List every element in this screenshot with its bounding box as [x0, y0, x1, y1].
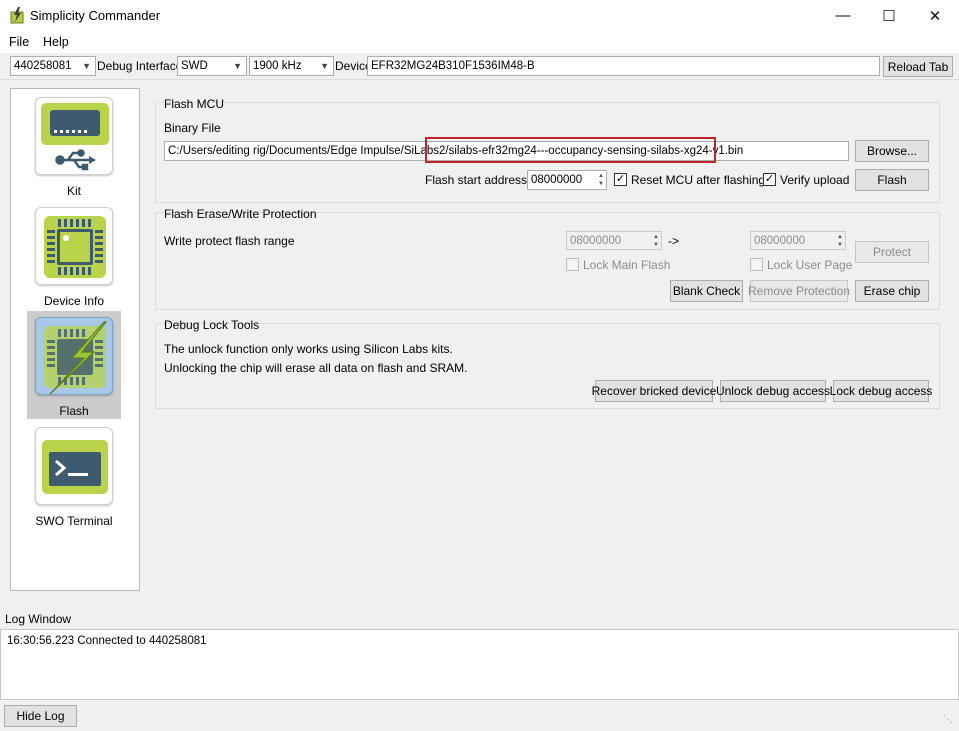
browse-button[interactable]: Browse... [855, 140, 929, 162]
spinner-arrows-icon[interactable]: ▲ ▼ [837, 233, 843, 249]
menu-bar [0, 31, 959, 53]
flash-start-address-value: 08000000 [531, 174, 583, 186]
protection-title: Flash Erase/Write Protection [164, 207, 317, 221]
debug-interface-value: SWD [181, 60, 208, 72]
resize-grip-icon[interactable]: ⋱ [940, 712, 956, 728]
close-button[interactable]: ✕ [912, 0, 958, 31]
chevron-down-icon: ▼ [320, 61, 329, 71]
menu-file[interactable]: File [9, 35, 29, 49]
maximize-button[interactable]: ☐ [866, 0, 912, 31]
debug-interface-label: Debug Interface [97, 59, 183, 73]
remove-protection-button[interactable]: Remove Protection [748, 280, 850, 302]
log-entry: 16:30:56.223 Connected to 440258081 [7, 635, 207, 647]
flash-mcu-title: Flash MCU [164, 97, 225, 111]
debug-interface-select[interactable]: SWD ▼ [177, 56, 247, 76]
debug-lock-info-line2: Unlocking the chip will erase all data o… [164, 361, 468, 375]
adapter-select[interactable]: 440258081 ▼ [10, 56, 96, 76]
binary-file-label: Binary File [164, 121, 221, 135]
terminal-icon [42, 440, 108, 494]
filename-highlight-box [425, 137, 716, 163]
protect-range-end-input[interactable]: 08000000 ▲ ▼ [750, 231, 846, 250]
write-protect-range-label: Write protect flash range [164, 234, 295, 248]
protect-button[interactable]: Protect [855, 241, 929, 263]
debug-lock-info-line1: The unlock function only works using Sil… [164, 342, 453, 356]
sidebar-item-kit-label: Kit [66, 184, 81, 198]
maximize-icon: ☐ [882, 7, 896, 25]
chip-icon [44, 216, 106, 278]
protect-range-end-value: 08000000 [754, 235, 806, 247]
protect-range-start-input[interactable]: 08000000 ▲ ▼ [566, 231, 662, 250]
unlock-debug-access-button[interactable]: Unlock debug access [716, 380, 830, 402]
speed-select[interactable]: 1900 kHz ▼ [249, 56, 334, 76]
kit-tile[interactable] [35, 97, 113, 175]
verify-upload-checkbox[interactable]: ✓ [763, 173, 776, 186]
sidebar-item-swo-terminal-label: SWO Terminal [35, 514, 113, 528]
lock-user-page-checkbox[interactable] [750, 258, 763, 271]
swo-terminal-tile[interactable] [35, 427, 113, 505]
close-icon: ✕ [928, 7, 942, 25]
debug-lock-title: Debug Lock Tools [164, 318, 260, 332]
log-window[interactable]: 16:30:56.223 Connected to 440258081 [0, 629, 959, 700]
log-window-title: Log Window [5, 612, 72, 626]
speed-value: 1900 kHz [253, 60, 302, 72]
binary-path-prefix: C:/Users/editing rig/Documents/Edge Impu… [168, 145, 449, 157]
minimize-icon: — [835, 7, 851, 24]
spinner-arrows-icon[interactable]: ▲ ▼ [653, 233, 659, 249]
chevron-down-icon: ▼ [82, 61, 91, 71]
lock-main-flash-checkbox[interactable] [566, 258, 579, 271]
reset-mcu-label: Reset MCU after flashing [631, 173, 766, 187]
sidebar-item-device-info-label: Device Info [43, 294, 105, 308]
lock-main-flash-label: Lock Main Flash [583, 258, 671, 272]
erase-chip-button[interactable]: Erase chip [855, 280, 929, 302]
reset-mcu-checkbox[interactable]: ✓ [614, 173, 627, 186]
device-field[interactable]: EFR32MG24B310F1536IM48-B [367, 56, 880, 76]
usb-kit-icon [41, 103, 109, 171]
device-info-tile[interactable] [35, 207, 113, 285]
spinner-arrows-icon[interactable]: ▲ ▼ [598, 172, 604, 188]
recover-bricked-device-button[interactable]: Recover bricked device [592, 380, 716, 402]
window-title: Simplicity Commander [30, 8, 161, 23]
chevron-down-icon: ▼ [233, 61, 242, 71]
range-arrow-text: -> [668, 234, 680, 248]
protect-range-start-value: 08000000 [570, 235, 622, 247]
blank-check-button[interactable]: Blank Check [670, 280, 743, 302]
minimize-button[interactable]: — [820, 0, 866, 31]
verify-upload-label: Verify upload [780, 173, 850, 187]
app-logo-icon [10, 7, 24, 24]
adapter-value: 440258081 [14, 60, 72, 72]
reload-tab-button[interactable]: Reload Tab [883, 56, 953, 77]
sidebar-item-flash-label: Flash [59, 404, 89, 418]
flash-tile[interactable] [35, 317, 113, 395]
flash-chip-icon [44, 321, 108, 395]
flash-start-address-label: Flash start address: [425, 173, 531, 187]
flash-start-address-input[interactable]: 08000000 ▲ ▼ [527, 170, 607, 190]
menu-help[interactable]: Help [43, 35, 69, 49]
flash-button[interactable]: Flash [855, 169, 929, 191]
lock-user-page-label: Lock User Page [767, 258, 853, 272]
lock-debug-access-button[interactable]: Lock debug access [830, 380, 932, 402]
hide-log-button[interactable]: Hide Log [4, 705, 77, 727]
